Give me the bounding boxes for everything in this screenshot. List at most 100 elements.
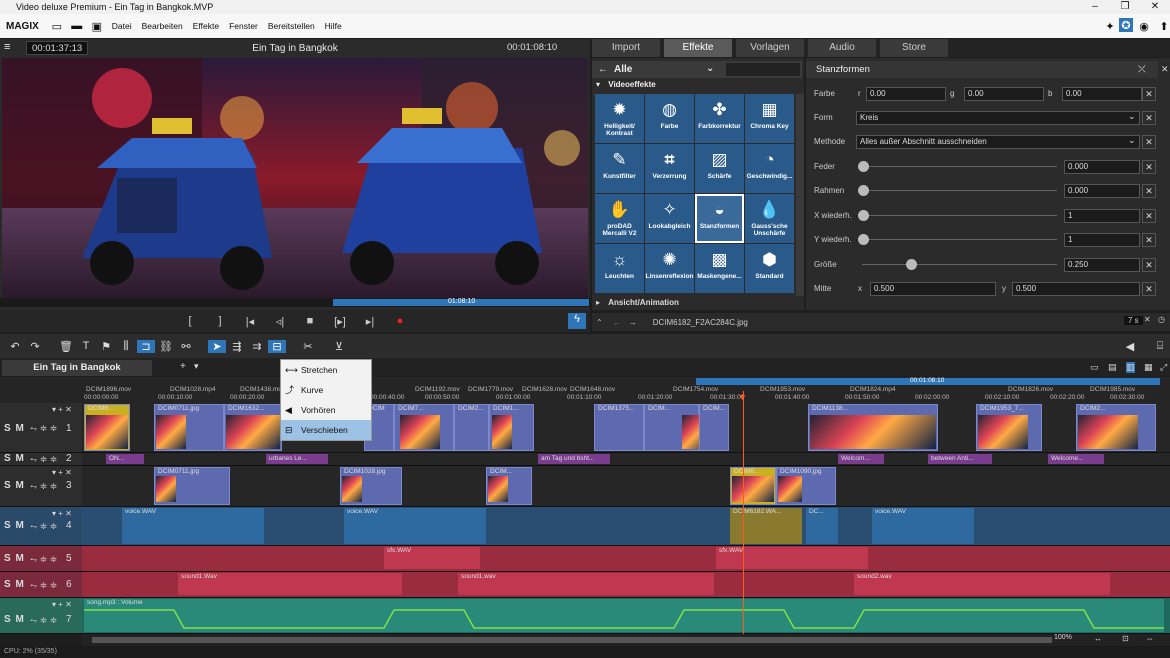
solo-mute-toggle[interactable]: S M xyxy=(4,453,25,464)
fx-leuchten[interactable]: ☼ Leuchten xyxy=(595,244,644,293)
speaker-icon[interactable]: ◀ xyxy=(1121,340,1139,353)
audio-clip[interactable]: voice.WAV xyxy=(122,508,264,544)
bulb-icon[interactable]: ✦ xyxy=(1103,19,1117,33)
upload-icon[interactable]: ⬆ xyxy=(1157,19,1170,33)
back-icon[interactable]: ← xyxy=(613,318,621,327)
effects-section[interactable]: ▾ Videoeffekte xyxy=(592,80,802,92)
audio-clip[interactable]: sound2.wav xyxy=(854,573,1110,595)
feder-slider[interactable] xyxy=(862,166,1057,167)
go-start-icon[interactable]: |◂ xyxy=(235,315,265,328)
zoom-level[interactable]: 100% xyxy=(1054,634,1072,641)
play-icon[interactable]: [▸] xyxy=(325,315,355,328)
title-clip[interactable]: Welcom... xyxy=(838,454,884,464)
view-storyboard-icon[interactable]: ▤ xyxy=(1108,362,1117,373)
fx-linsenreflexion[interactable]: ✺ Linsenreflexion xyxy=(645,244,694,293)
project-tab[interactable]: Ein Tag in Bangkok xyxy=(2,360,152,376)
solo-mute-toggle[interactable]: S M xyxy=(4,423,25,434)
tab-vorlagen[interactable]: Vorlagen xyxy=(736,39,804,57)
tab-effekte[interactable]: Effekte xyxy=(664,39,732,57)
fx-schaerfe[interactable]: ▨ Schärfe xyxy=(695,144,744,193)
rahmen-field[interactable]: 0.000 xyxy=(1064,184,1140,198)
insert-icon[interactable]: ⊻ xyxy=(330,340,348,353)
track-tools-icon[interactable]: ⥊ ≑ ≑ xyxy=(30,454,57,465)
track-tools-icon[interactable]: ⥊ ≑ ≑ xyxy=(30,554,57,565)
range-mode-icon[interactable]: ⇉ xyxy=(248,340,266,353)
cut-icon[interactable]: ✂ xyxy=(299,340,317,353)
envelope-mode-icon[interactable]: ⊟ xyxy=(268,339,286,353)
playhead-handle-icon[interactable]: ▼ xyxy=(738,392,747,402)
xw-field[interactable]: 1 xyxy=(1064,209,1140,223)
magic-icon[interactable]: ✪ xyxy=(1119,18,1133,32)
tab-dropdown-icon[interactable]: ▾ xyxy=(194,361,199,372)
track-lane[interactable]: DCIM6... DCIM0711.jpg DCIM1632... DCIM D… xyxy=(82,403,1170,453)
audio-clip[interactable]: voice.WAV xyxy=(344,508,486,544)
yw-field[interactable]: 1 xyxy=(1064,233,1140,247)
video-clip[interactable]: DCIM... xyxy=(699,404,729,451)
scroll-thumb[interactable] xyxy=(92,637,1052,643)
tab-store[interactable]: Store xyxy=(880,39,948,57)
menu-hamburger-icon[interactable]: ≡ xyxy=(4,41,10,53)
timeline-ruler[interactable]: 00:01:08:10 DCIM1896.mov DCIM1028.mp4 DC… xyxy=(0,377,1170,403)
playhead[interactable] xyxy=(743,391,744,639)
video-clip[interactable]: DCIM1375... xyxy=(594,404,644,451)
yw-slider-knob[interactable] xyxy=(858,234,869,245)
chevron-down-icon[interactable]: ⌄ xyxy=(706,63,714,74)
yw-slider[interactable] xyxy=(862,239,1057,240)
menu-fenster[interactable]: Fenster xyxy=(229,21,258,31)
fx-chroma-key[interactable]: ▦ Chroma Key xyxy=(745,94,794,143)
menu-item-vorhoeren[interactable]: ◀ Vorhören xyxy=(281,400,371,420)
reset-icon[interactable]: ✕ xyxy=(1142,111,1156,125)
reset-icon[interactable]: ✕ xyxy=(1142,258,1156,272)
effects-scrollbar[interactable] xyxy=(796,94,804,296)
title-clip[interactable]: ON... xyxy=(106,454,144,464)
marker-icon[interactable]: ⚑ xyxy=(97,340,115,353)
audio-clip[interactable]: sound1.Wav xyxy=(178,573,402,595)
menu-bearbeiten[interactable]: Bearbeiten xyxy=(142,21,183,31)
timeline-scrollbar[interactable]: 100% ↔ ⊡ ⇔ xyxy=(82,634,1170,646)
minimize-icon[interactable]: – xyxy=(1080,0,1110,14)
groesse-slider-knob[interactable] xyxy=(906,259,917,270)
feder-field[interactable]: 0.000 xyxy=(1064,160,1140,174)
fx-helligkeit[interactable]: ✹ Helligkeit/ Kontrast xyxy=(595,94,644,143)
track-lane[interactable]: voice.WAV voice.WAV DCIM6182.WA... DC...… xyxy=(82,507,1170,546)
xw-slider[interactable] xyxy=(862,215,1057,216)
track-lane[interactable]: ON... urbanes Le... am Tag und bsht... W… xyxy=(82,453,1170,466)
fx-maskengenerator[interactable]: ▩ Maskengene... xyxy=(695,244,744,293)
fx-geschwindigkeit[interactable]: ◔ Geschwindig... xyxy=(745,144,794,193)
scrub-range[interactable]: 01:08:10 xyxy=(333,298,589,306)
menu-item-kurve[interactable]: ⤴ Kurve xyxy=(281,380,371,400)
track-tools-icon[interactable]: ⥊ ≑ ≑ xyxy=(30,615,57,626)
track-menu-icon[interactable]: ▾ + ✕ xyxy=(52,405,72,414)
reset-icon[interactable]: ✕ xyxy=(1142,184,1156,198)
form-select[interactable]: Kreis xyxy=(856,111,1140,125)
fx-prodad[interactable]: ✋ proDAD Mercalli V2 xyxy=(595,194,644,243)
duration-field[interactable]: 7 s xyxy=(1124,316,1143,325)
reset-icon[interactable]: ✕ xyxy=(1142,160,1156,174)
record-button-icon[interactable]: ● xyxy=(385,315,415,327)
ripple-icon[interactable]: ⊐ xyxy=(137,339,155,353)
volume-curve[interactable] xyxy=(84,606,1164,632)
delete-icon[interactable]: 🗑 xyxy=(57,340,75,353)
fx-stanzformen[interactable]: ◒ Stanzformen xyxy=(695,194,744,243)
pointer-icon[interactable]: ➤ xyxy=(208,339,226,353)
collapse-up-icon[interactable]: ⌃ xyxy=(596,318,603,327)
save-icon[interactable]: ▣ xyxy=(90,19,104,33)
audio-clip[interactable]: DC... xyxy=(806,508,838,544)
stop-icon[interactable]: ■ xyxy=(295,315,325,327)
solo-mute-toggle[interactable]: S M xyxy=(4,553,25,564)
chevron-down-icon[interactable]: ⌄ xyxy=(1128,111,1136,122)
mark-in-icon[interactable]: [ xyxy=(175,315,205,327)
rahmen-slider-knob[interactable] xyxy=(858,185,869,196)
xw-slider-knob[interactable] xyxy=(858,210,869,221)
split-icon[interactable]: ⫼ xyxy=(117,340,135,353)
audio-clip[interactable]: DCIM6182.WA... xyxy=(730,508,802,544)
video-frame[interactable] xyxy=(2,58,588,298)
track-lane[interactable]: DCIM0711.jpg DCIM1028.jpg DCIM... DCIM6.… xyxy=(82,466,1170,507)
fx-gauss[interactable]: 💧 Gauss'sche Unschärfe xyxy=(745,194,794,243)
track-tools-icon[interactable]: ⥊ ≑ ≑ xyxy=(30,481,57,492)
record-icon[interactable]: ◉ xyxy=(1137,19,1151,33)
menu-bereitstellen[interactable]: Bereitstellen xyxy=(268,21,315,31)
fx-verzerrung[interactable]: ⌗ Verzerrung xyxy=(645,144,694,193)
reset-icon[interactable]: ✕ xyxy=(1142,135,1156,149)
undo-icon[interactable]: ↶ xyxy=(6,340,24,353)
